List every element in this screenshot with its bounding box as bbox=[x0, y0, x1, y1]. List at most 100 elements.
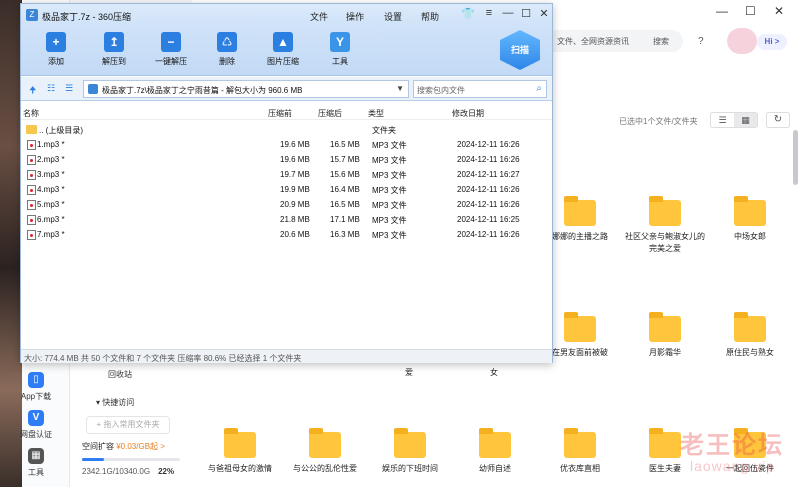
minimize-icon[interactable]: — bbox=[716, 4, 728, 18]
col-type[interactable]: 类型 bbox=[368, 108, 384, 119]
folder-item[interactable]: 幼师自述 bbox=[455, 428, 535, 475]
close-icon[interactable]: ✕ bbox=[537, 7, 551, 20]
window-title: 极品家丁.7z - 360压缩 bbox=[42, 12, 132, 22]
menu-icon[interactable]: ≡ bbox=[482, 7, 496, 19]
folder-item[interactable]: 与公公的乱伦性爱 bbox=[285, 428, 365, 475]
folder-icon bbox=[224, 428, 256, 458]
audio-file-icon bbox=[27, 185, 36, 195]
hi-button[interactable]: Hi > bbox=[757, 34, 787, 50]
grid-view-icon[interactable]: ▦ bbox=[734, 113, 757, 127]
trash-icon: ♺ bbox=[217, 32, 237, 52]
add-quick-folder-button[interactable]: + 拖入常用文件夹 bbox=[86, 416, 170, 434]
address-bar: 🠉 ☷ ☰ 极品家丁.7z\极品家丁之宁雨昔篇 - 解包大小为 960.6 MB… bbox=[21, 77, 552, 101]
table-row[interactable]: .. (上级目录) 文件夹 bbox=[21, 122, 552, 137]
chevron-down-icon[interactable]: ▼ bbox=[396, 84, 404, 93]
folder-icon bbox=[734, 196, 766, 226]
up-arrow-icon[interactable]: 🠉 bbox=[29, 83, 36, 99]
folder-icon bbox=[309, 428, 341, 458]
list-view-icon[interactable]: ☰ bbox=[711, 113, 734, 127]
avatar[interactable] bbox=[727, 28, 757, 54]
cloud-search-button[interactable]: 搜索 bbox=[653, 36, 669, 47]
delete-button[interactable]: ♺ 删除 bbox=[202, 32, 252, 67]
audio-file-icon bbox=[27, 170, 36, 180]
menu-operate[interactable]: 操作 bbox=[346, 10, 364, 23]
folder-item[interactable]: 月影霜华 bbox=[625, 312, 705, 359]
folder-item[interactable]: 娱乐的下班时间 bbox=[370, 428, 450, 475]
table-row[interactable]: 7.mp3 * 20.6 MB 16.3 MB MP3 文件 2024-12-11 16… bbox=[21, 227, 552, 242]
table-row[interactable]: 4.mp3 * 19.9 MB 16.4 MB MP3 文件 2024-12-11 16… bbox=[21, 182, 552, 197]
col-name[interactable]: 名称 bbox=[23, 108, 39, 119]
folder-icon bbox=[479, 428, 511, 458]
tools-button[interactable]: Y 工具 bbox=[315, 32, 365, 67]
shield-icon: V bbox=[28, 410, 44, 426]
col-before[interactable]: 压缩前 bbox=[268, 108, 292, 119]
shirt-icon[interactable]: 👕 bbox=[461, 7, 475, 20]
zip-window: Z 极品家丁.7z - 360压缩 文件 操作 设置 帮助 👕 ≡ — ☐ ✕ … bbox=[20, 3, 553, 363]
details-view-icon[interactable]: ☷ bbox=[47, 83, 55, 94]
menu-help[interactable]: 帮助 bbox=[421, 10, 439, 23]
maximize-icon[interactable]: ☐ bbox=[745, 4, 756, 18]
package-search-input[interactable]: 搜索包内文件 ⌕ bbox=[413, 80, 547, 98]
scan-button[interactable]: 扫描 bbox=[497, 30, 543, 74]
minimize-icon[interactable]: — bbox=[501, 7, 515, 19]
folder-label-partial: 爱 bbox=[405, 368, 413, 377]
table-row[interactable]: 6.mp3 * 21.8 MB 17.1 MB MP3 文件 2024-12-11 16… bbox=[21, 212, 552, 227]
quick-extract-icon: − bbox=[161, 32, 181, 52]
folder-item[interactable]: 原住民与熟女 bbox=[710, 312, 790, 359]
quick-extract-button[interactable]: − 一键解压 bbox=[146, 32, 196, 67]
quick-access-header[interactable]: ▾ 快捷访问 bbox=[96, 397, 134, 408]
list-view-icon[interactable]: ☰ bbox=[65, 83, 73, 94]
selection-info: 已选中1个文件/文件夹 bbox=[619, 117, 698, 126]
path-input[interactable]: 极品家丁.7z\极品家丁之宁雨昔篇 - 解包大小为 960.6 MB ▼ bbox=[83, 80, 409, 98]
folder-item[interactable]: 社区父亲与鲍淑女儿的完美之爱 bbox=[625, 196, 705, 255]
extract-to-button[interactable]: ↥ 解压到 bbox=[89, 32, 139, 67]
storage-bar-fill bbox=[82, 458, 104, 461]
menu-settings[interactable]: 设置 bbox=[384, 10, 402, 23]
help-icon[interactable]: ? bbox=[698, 36, 704, 47]
folder-icon bbox=[564, 312, 596, 342]
view-toggle[interactable]: ☰ ▦ bbox=[710, 112, 758, 128]
folder-icon bbox=[394, 428, 426, 458]
toolbar: + 添加 ↥ 解压到 − 一键解压 ♺ 删除 ▲ 图片压缩 Y 工具 扫描 bbox=[21, 26, 552, 76]
app-icon: Z bbox=[26, 9, 38, 21]
scan-shield-icon: 扫描 bbox=[500, 30, 540, 70]
audio-file-icon bbox=[27, 215, 36, 225]
refresh-icon[interactable]: ↻ bbox=[766, 112, 790, 128]
audio-file-icon bbox=[27, 155, 36, 165]
table-row[interactable]: 5.mp3 * 20.9 MB 16.5 MB MP3 文件 2024-12-11 16… bbox=[21, 197, 552, 212]
scrollbar[interactable] bbox=[793, 130, 798, 185]
column-header: 名称 压缩前 压缩后 类型 修改日期 bbox=[21, 105, 552, 120]
maximize-icon[interactable]: ☐ bbox=[519, 7, 533, 20]
cloud-search-input[interactable]: 文件、全网资源资讯 搜索 bbox=[553, 30, 683, 52]
add-button[interactable]: + 添加 bbox=[31, 32, 81, 67]
verify-nav[interactable]: V 网盘认证 bbox=[10, 410, 62, 440]
tools-nav[interactable]: ▦ 工具 bbox=[10, 448, 62, 478]
add-icon: + bbox=[46, 32, 66, 52]
audio-file-icon bbox=[27, 230, 36, 240]
search-icon[interactable]: ⌕ bbox=[536, 83, 542, 94]
folder-item[interactable]: 与爸祖母女的激情 bbox=[200, 428, 280, 475]
tools-icon: Y bbox=[330, 32, 350, 52]
folder-item[interactable]: 优衣库直相 bbox=[540, 428, 620, 475]
folder-icon bbox=[564, 196, 596, 226]
watermark-url: laowang.vip bbox=[690, 458, 775, 474]
folder-icon bbox=[26, 125, 37, 134]
audio-file-icon bbox=[27, 200, 36, 210]
col-date[interactable]: 修改日期 bbox=[452, 108, 484, 119]
phone-icon: ▯ bbox=[28, 372, 44, 388]
menu-file[interactable]: 文件 bbox=[310, 10, 328, 23]
recycle-bin-link[interactable]: 回收站 bbox=[108, 369, 132, 380]
table-row[interactable]: 3.mp3 * 19.7 MB 15.6 MB MP3 文件 2024-12-11 16… bbox=[21, 167, 552, 182]
folder-item[interactable]: 中场女郎 bbox=[710, 196, 790, 243]
app-download-nav[interactable]: ▯ App下载 bbox=[10, 372, 62, 402]
col-after[interactable]: 压缩后 bbox=[318, 108, 342, 119]
title-bar[interactable]: Z 极品家丁.7z - 360压缩 文件 操作 设置 帮助 👕 ≡ — ☐ ✕ bbox=[21, 4, 552, 26]
table-row[interactable]: 1.mp3 * 19.6 MB 16.5 MB MP3 文件 2024-12-11 16… bbox=[21, 137, 552, 152]
table-row[interactable]: 2.mp3 * 19.6 MB 15.7 MB MP3 文件 2024-12-11 16… bbox=[21, 152, 552, 167]
image-icon: ▲ bbox=[273, 32, 293, 52]
space-upgrade[interactable]: 空间扩容 ¥0.03/GB起 > bbox=[82, 441, 165, 452]
image-compress-button[interactable]: ▲ 图片压缩 bbox=[258, 32, 308, 67]
folder-icon bbox=[649, 196, 681, 226]
close-icon[interactable]: ✕ bbox=[774, 4, 784, 18]
storage-usage: 2342.1G/10340.0G 22% bbox=[82, 467, 175, 476]
